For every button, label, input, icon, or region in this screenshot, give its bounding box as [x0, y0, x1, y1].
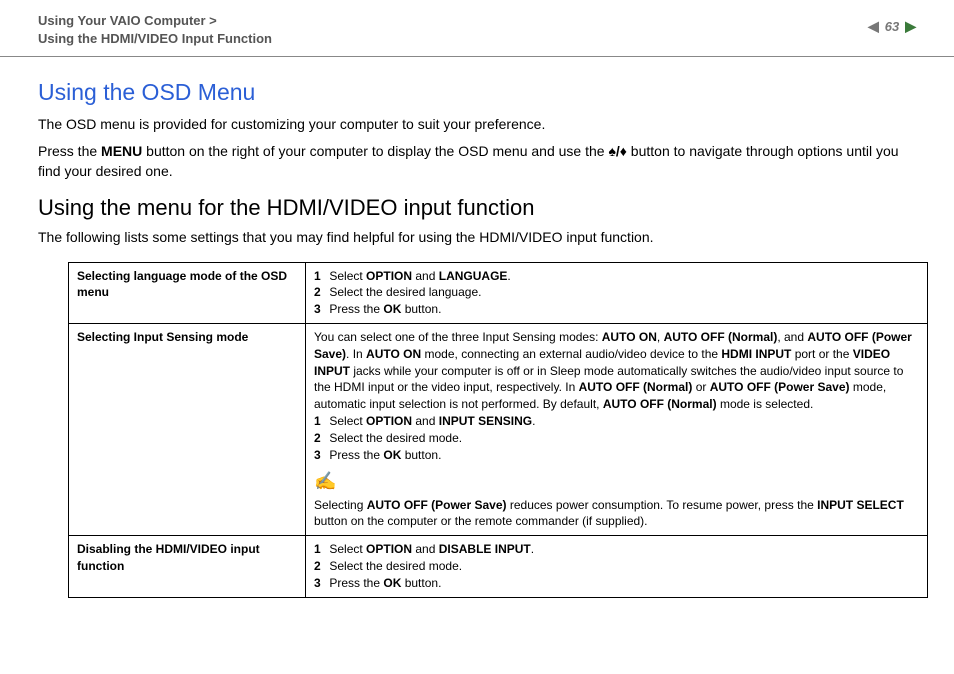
text: button. — [401, 576, 441, 590]
breadcrumb-line-2: Using the HDMI/VIDEO Input Function — [38, 30, 272, 48]
text: button on the right of your computer to … — [142, 143, 608, 159]
text: , and — [777, 330, 807, 344]
text-bold: OPTION — [366, 269, 412, 283]
row-content-language: 1 Select OPTION and LANGUAGE. 2 Select t… — [306, 262, 928, 323]
note-icon: ✍ — [314, 469, 919, 494]
page-number: 63 — [885, 19, 899, 34]
prev-page-icon[interactable]: ◀ — [868, 18, 879, 35]
text: You can select one of the three Input Se… — [314, 330, 602, 344]
page-header: Using Your VAIO Computer > Using the HDM… — [0, 0, 954, 57]
step-number: 3 — [314, 575, 326, 592]
section-title-osd: Using the OSD Menu — [38, 79, 916, 106]
text: port or the — [791, 347, 852, 361]
text-bold: AUTO OFF (Normal) — [579, 380, 693, 394]
text: Selecting — [314, 498, 367, 512]
text: . — [532, 414, 535, 428]
text-bold: AUTO OFF (Power Save) — [367, 498, 507, 512]
text-bold: OK — [383, 576, 401, 590]
text: , — [657, 330, 664, 344]
text: and — [412, 414, 439, 428]
text-bold: OPTION — [366, 542, 412, 556]
text-bold: AUTO OFF (Normal) — [664, 330, 778, 344]
step-number: 1 — [314, 268, 326, 285]
text: and — [412, 269, 439, 283]
text-bold: DISABLE INPUT — [439, 542, 531, 556]
note-text: Selecting AUTO OFF (Power Save) reduces … — [314, 498, 904, 529]
breadcrumb: Using Your VAIO Computer > Using the HDM… — [38, 12, 272, 48]
text-bold: OK — [383, 448, 401, 462]
menu-button-label: MENU — [101, 143, 142, 159]
text: Press the — [329, 576, 383, 590]
text: Press the — [329, 448, 383, 462]
row-label-input-sensing: Selecting Input Sensing mode — [69, 323, 306, 535]
text-bold: AUTO ON — [366, 347, 421, 361]
text: Press the — [38, 143, 101, 159]
text-bold: AUTO ON — [602, 330, 657, 344]
text: Select — [329, 269, 366, 283]
page-nav: ◀ 63 ▶ — [868, 12, 916, 35]
text: . In — [346, 347, 366, 361]
text: button. — [401, 448, 441, 462]
text: mode is selected. — [717, 397, 814, 411]
up-down-arrow-icon: ♠/♦ — [608, 143, 626, 159]
text: Select — [329, 542, 366, 556]
step-number: 1 — [314, 413, 326, 430]
text: or — [692, 380, 709, 394]
row-label-disable: Disabling the HDMI/VIDEO input function — [69, 536, 306, 597]
intro-paragraph-2: Press the MENU button on the right of yo… — [38, 141, 916, 182]
text: Select the desired mode. — [329, 559, 462, 573]
text: button. — [401, 302, 441, 316]
page-content: Using the OSD Menu The OSD menu is provi… — [0, 57, 954, 597]
intro-paragraph-1: The OSD menu is provided for customizing… — [38, 114, 916, 134]
text: Select the desired language. — [329, 285, 481, 299]
section-title-hdmi-menu: Using the menu for the HDMI/VIDEO input … — [38, 195, 916, 221]
text-bold: AUTO OFF (Normal) — [603, 397, 717, 411]
table-row: Disabling the HDMI/VIDEO input function … — [69, 536, 928, 597]
text: reduces power consumption. To resume pow… — [507, 498, 818, 512]
next-page-icon[interactable]: ▶ — [905, 18, 916, 35]
step-number: 2 — [314, 430, 326, 447]
text: Select — [329, 414, 366, 428]
intro-paragraph-3: The following lists some settings that y… — [38, 227, 916, 247]
table-row: Selecting language mode of the OSD menu … — [69, 262, 928, 323]
settings-table: Selecting language mode of the OSD menu … — [68, 262, 928, 598]
step-number: 2 — [314, 284, 326, 301]
text: . — [507, 269, 510, 283]
step-number: 2 — [314, 558, 326, 575]
breadcrumb-line-1: Using Your VAIO Computer > — [38, 12, 272, 30]
text: Press the — [329, 302, 383, 316]
text-bold: HDMI INPUT — [721, 347, 791, 361]
step-number: 1 — [314, 541, 326, 558]
text: mode, connecting an external audio/video… — [421, 347, 721, 361]
text-bold: INPUT SENSING — [439, 414, 532, 428]
text: . — [531, 542, 534, 556]
text: and — [412, 542, 439, 556]
text: button on the computer or the remote com… — [314, 514, 648, 528]
step-number: 3 — [314, 447, 326, 464]
row-content-disable: 1 Select OPTION and DISABLE INPUT. 2 Sel… — [306, 536, 928, 597]
step-number: 3 — [314, 301, 326, 318]
row-content-input-sensing: You can select one of the three Input Se… — [306, 323, 928, 535]
table-row: Selecting Input Sensing mode You can sel… — [69, 323, 928, 535]
text-bold: LANGUAGE — [439, 269, 508, 283]
text: Select the desired mode. — [329, 431, 462, 445]
text-bold: OK — [383, 302, 401, 316]
text-bold: AUTO OFF (Power Save) — [710, 380, 850, 394]
row-label-language: Selecting language mode of the OSD menu — [69, 262, 306, 323]
text-bold: INPUT SELECT — [817, 498, 904, 512]
text-bold: OPTION — [366, 414, 412, 428]
